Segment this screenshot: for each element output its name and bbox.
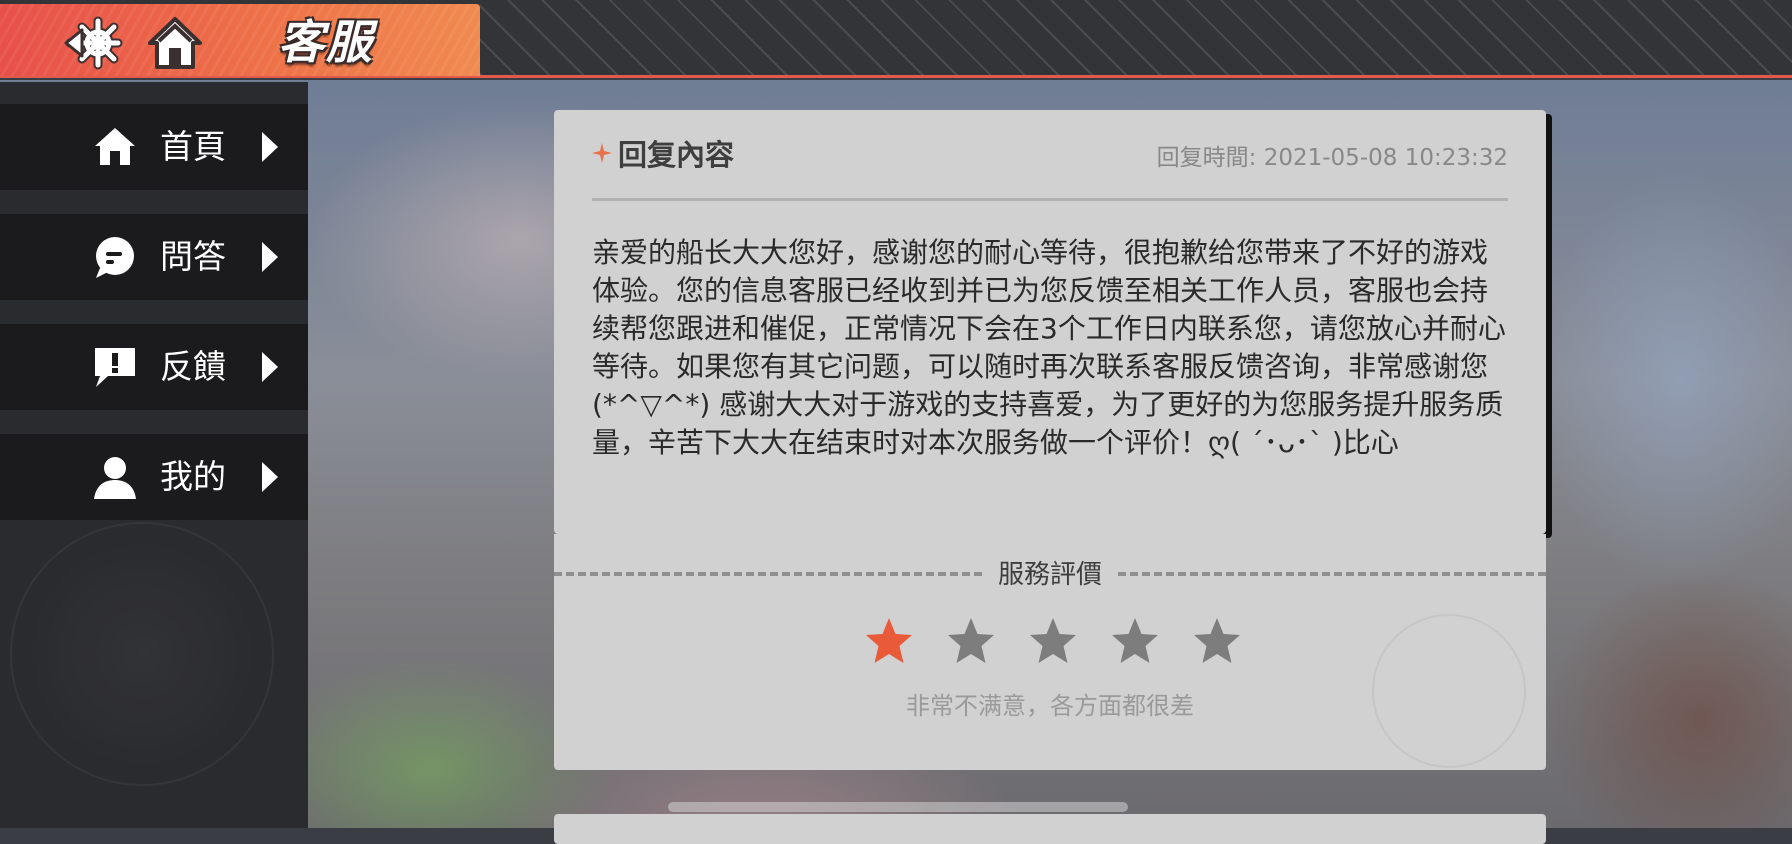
star-icon-4[interactable] [1110,616,1160,666]
sparkle-icon [592,143,612,163]
sidebar-item-label: 問答 [160,237,226,276]
reply-card: 回复內容 回复時間: 2021-05-08 10:23:32 亲爱的船长大大您好… [554,110,1546,534]
sidebar-item-mine[interactable]: 我的 [0,434,308,520]
star-icon-2[interactable] [946,616,996,666]
reply-message: 亲爱的船长大大您好，感谢您的耐心等待，很抱歉给您带来了不好的游戏体验。您的信息客… [592,236,1506,459]
back-button[interactable] [62,16,126,70]
sidebar-item-label: 首頁 [160,127,226,166]
sidebar-item-home[interactable]: 首頁 [0,104,308,190]
chat-bubble-icon [96,237,134,278]
rating-title: 服務評價 [997,560,1102,590]
sidebar-item-label: 反饋 [160,347,226,386]
chevron-right-icon [262,132,278,162]
sidebar: 首頁 問答 反饋 我的 [0,82,308,828]
helm-back-icon [64,16,123,70]
home-button[interactable] [145,14,205,72]
rating-card: 服務評價 非常不满意，各方面都很差 [554,534,1546,770]
user-icon [94,457,136,499]
chevron-right-icon [262,352,278,382]
sidebar-item-feedback[interactable]: 反饋 [0,324,308,410]
exclamation-bubble-icon [95,348,135,387]
star-icon-1[interactable] [864,616,914,666]
home-icon [95,128,135,165]
reply-title: 回复內容 [618,138,735,172]
title-tab: 客服 [0,4,480,76]
top-bar: 客服 [0,0,1792,78]
scrollbar-thumb[interactable] [668,802,1128,812]
star-rating [864,616,1244,668]
sidebar-item-label: 我的 [160,457,226,496]
compass-decoration [10,522,274,786]
page-title: 客服 [278,15,374,69]
reply-timestamp: 回复時間: 2021-05-08 10:23:32 [1156,145,1508,171]
star-icon-3[interactable] [1028,616,1078,666]
sidebar-item-qa[interactable]: 問答 [0,214,308,300]
home-icon [148,17,202,69]
chevron-right-icon [262,462,278,492]
divider [592,198,1508,201]
rating-description: 非常不满意，各方面都很差 [906,692,1194,720]
chevron-right-icon [262,242,278,272]
star-icon-5[interactable] [1192,616,1242,666]
top-bar-pattern [480,0,1792,75]
next-card-peek [554,814,1546,844]
